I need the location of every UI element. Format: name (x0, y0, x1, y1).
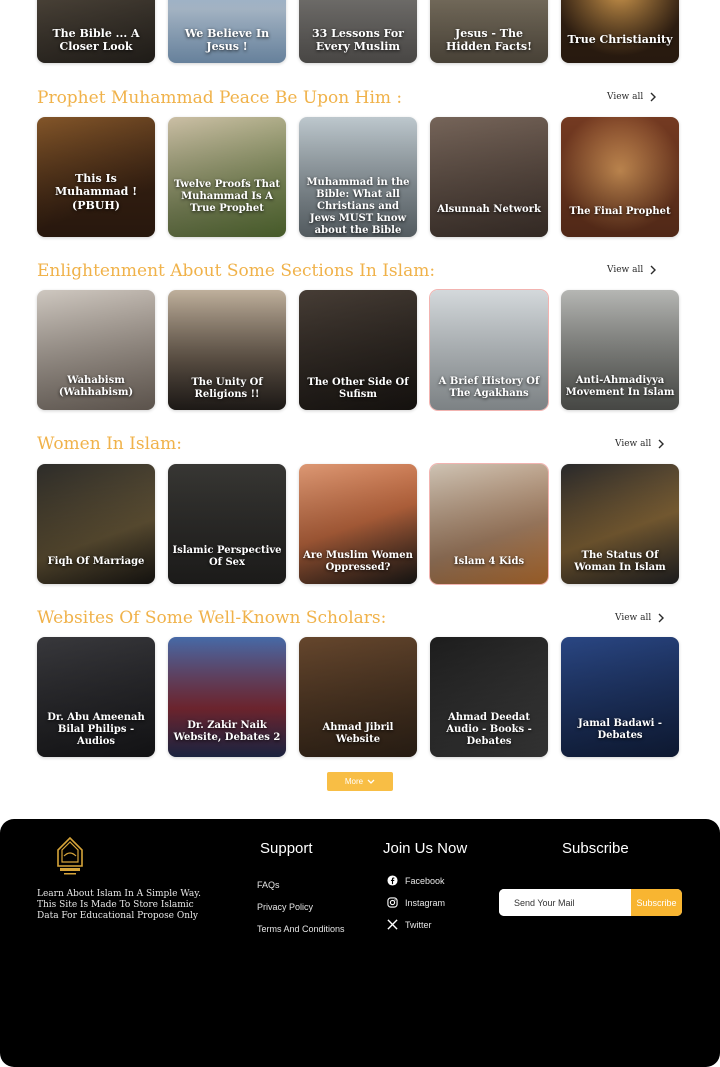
card-title: Anti-Ahmadiyya Movement In Islam (565, 375, 675, 398)
join-heading: Join Us Now (383, 840, 468, 857)
card[interactable]: Jamal Badawi - Debates (561, 637, 679, 757)
card-row: Fiqh Of Marriage Islamic Perspective Of … (37, 464, 683, 584)
card-title: Dr. Zakir Naik Website, Debates 2 (173, 720, 281, 743)
instagram-link[interactable]: Instagram (387, 897, 445, 908)
card-title: The Other Side Of Sufism (307, 377, 409, 400)
view-all-label: View all (615, 613, 652, 623)
card-title: 33 Lessons For Every Muslim (312, 26, 404, 53)
terms-link[interactable]: Terms And Conditions (257, 924, 345, 934)
card[interactable]: Dr. Zakir Naik Website, Debates 2 (168, 637, 286, 757)
card-title: Ahmad Jibril Website (322, 722, 394, 745)
card[interactable]: The Final Prophet (561, 117, 679, 237)
about-text: Learn About Islam In A Simple Way. This … (37, 889, 201, 921)
subscribe-form: Subscribe (499, 889, 682, 916)
card-row: Wahabism (Wahhabism) The Unity Of Religi… (37, 290, 683, 410)
card-title: Jesus - The Hidden Facts! (446, 26, 532, 53)
card[interactable]: Islamic Perspective Of Sex (168, 464, 286, 584)
card-title: Wahabism (Wahhabism) (58, 375, 134, 398)
support-heading: Support (260, 840, 313, 857)
card[interactable]: Anti-Ahmadiyya Movement In Islam (561, 290, 679, 410)
card-title: Islamic Perspective Of Sex (172, 545, 282, 568)
card[interactable]: The Unity Of Religions !! (168, 290, 286, 410)
view-all-link[interactable]: View all (615, 613, 665, 623)
chevron-right-icon (650, 265, 657, 275)
card[interactable]: Are Muslim Women Oppressed? (299, 464, 417, 584)
card-top-0[interactable]: The Bible ... A Closer Look (37, 0, 155, 63)
card-title: Dr. Abu Ameenah Bilal Philips - Audios (47, 712, 145, 747)
privacy-policy-link[interactable]: Privacy Policy (257, 902, 313, 912)
email-field[interactable] (499, 889, 631, 916)
card[interactable]: Fiqh Of Marriage (37, 464, 155, 584)
card-row-top: The Bible ... A Closer Look We Believe I… (37, 0, 683, 63)
section-title: Websites Of Some Well-Known Scholars: (37, 608, 387, 628)
view-all-link[interactable]: View all (607, 92, 657, 102)
card[interactable]: Alsunnah Network (430, 117, 548, 237)
card[interactable]: Wahabism (Wahhabism) (37, 290, 155, 410)
facebook-label: Facebook (405, 875, 445, 886)
faqs-link[interactable]: FAQs (257, 880, 280, 890)
card-title: Alsunnah Network (437, 204, 541, 215)
card-row: Dr. Abu Ameenah Bilal Philips - Audios D… (37, 637, 683, 757)
card[interactable]: Twelve Proofs That Muhammad Is A True Pr… (168, 117, 286, 237)
card-title: Muhammad in the Bible: What all Christia… (306, 177, 410, 236)
subscribe-button[interactable]: Subscribe (631, 889, 682, 916)
instagram-icon (387, 897, 398, 908)
card-title: Are Muslim Women Oppressed? (303, 550, 413, 573)
card[interactable]: This Is Muhammad ! (PBUH) (37, 117, 155, 237)
facebook-link[interactable]: Facebook (387, 875, 445, 886)
instagram-label: Instagram (405, 897, 446, 908)
card[interactable]: Ahmad Deedat Audio - Books - Debates (430, 637, 548, 757)
card-title: Islam 4 Kids (453, 556, 525, 567)
card-title: Jamal Badawi - Debates (578, 718, 662, 741)
card-top-4[interactable]: True Christianity (561, 0, 679, 63)
twitter-label: Twitter (405, 919, 432, 930)
card[interactable]: Dr. Abu Ameenah Bilal Philips - Audios (37, 637, 155, 757)
view-all-label: View all (607, 92, 644, 102)
card[interactable]: The Other Side Of Sufism (299, 290, 417, 410)
card-top-2[interactable]: 33 Lessons For Every Muslim (299, 0, 417, 63)
card-title: The Unity Of Religions !! (191, 377, 263, 400)
card-title: True Christianity (567, 33, 673, 47)
facebook-icon (387, 875, 398, 886)
section-title: Enlightenment About Some Sections In Isl… (37, 261, 436, 281)
card[interactable]: Muhammad in the Bible: What all Christia… (299, 117, 417, 237)
card-title: This Is Muhammad ! (PBUH) (54, 172, 138, 212)
section-title: Prophet Muhammad Peace Be Upon Him : (37, 88, 403, 108)
footer: Learn About Islam In A Simple Way. This … (0, 819, 720, 1067)
card-title: Ahmad Deedat Audio - Books - Debates (446, 712, 532, 747)
card[interactable]: Islam 4 Kids (430, 464, 548, 584)
view-all-label: View all (607, 265, 644, 275)
chevron-right-icon (658, 613, 665, 623)
chevron-right-icon (658, 439, 665, 449)
card-top-3[interactable]: Jesus - The Hidden Facts! (430, 0, 548, 63)
twitter-link[interactable]: Twitter (387, 919, 432, 930)
card-title: Twelve Proofs That Muhammad Is A True Pr… (173, 179, 281, 214)
card-title: The Final Prophet (569, 206, 671, 217)
section-title: Women In Islam: (37, 434, 183, 454)
more-label: More (344, 777, 364, 786)
chevron-down-icon (367, 779, 375, 784)
more-button[interactable]: More (327, 772, 393, 791)
card-top-1[interactable]: We Believe In Jesus ! (168, 0, 286, 63)
view-all-link[interactable]: View all (615, 439, 665, 449)
card-title: Fiqh Of Marriage (47, 556, 145, 567)
view-all-label: View all (615, 439, 652, 449)
view-all-link[interactable]: View all (607, 265, 657, 275)
card[interactable]: The Status Of Woman In Islam (561, 464, 679, 584)
card[interactable]: Ahmad Jibril Website (299, 637, 417, 757)
card-title: We Believe In Jesus ! (184, 26, 270, 53)
subscribe-heading: Subscribe (562, 840, 629, 857)
chevron-right-icon (650, 92, 657, 102)
page: The Bible ... A Closer Look We Believe I… (0, 0, 720, 1067)
card[interactable]: A Brief History Of The Agakhans (430, 290, 548, 410)
x-icon (387, 919, 398, 930)
logo-icon (57, 836, 83, 875)
card-row: This Is Muhammad ! (PBUH) Twelve Proofs … (37, 117, 683, 237)
card-title: The Status Of Woman In Islam (574, 550, 666, 573)
card-title: A Brief History Of The Agakhans (438, 376, 540, 399)
card-title: The Bible ... A Closer Look (52, 26, 140, 53)
